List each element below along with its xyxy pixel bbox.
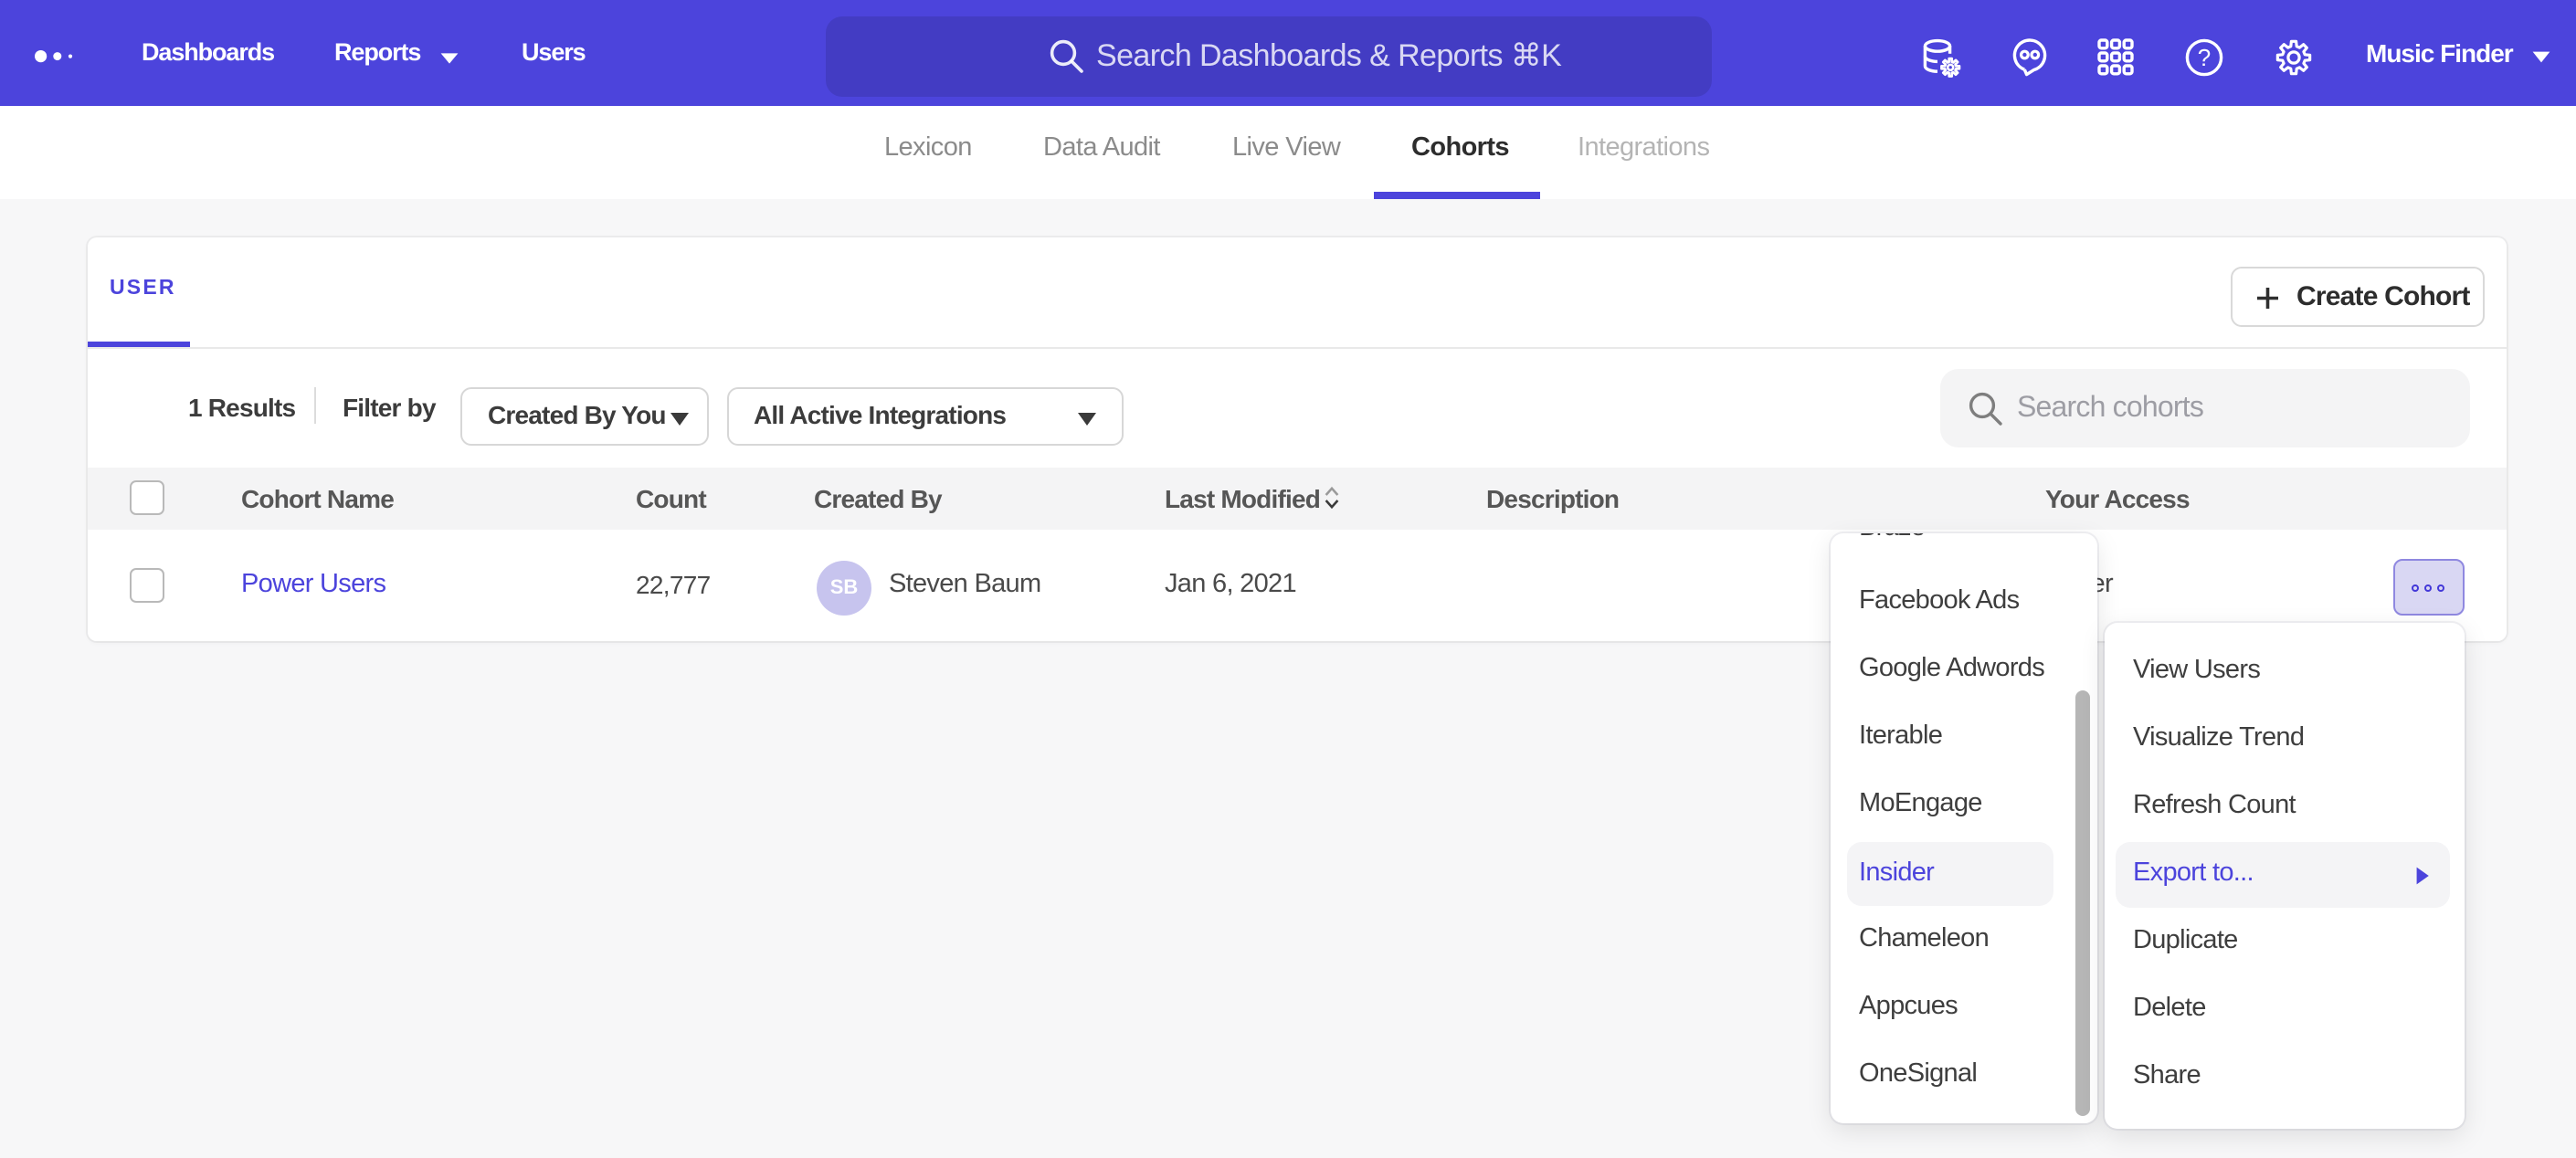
svg-text:?: ? [2198, 44, 2211, 71]
